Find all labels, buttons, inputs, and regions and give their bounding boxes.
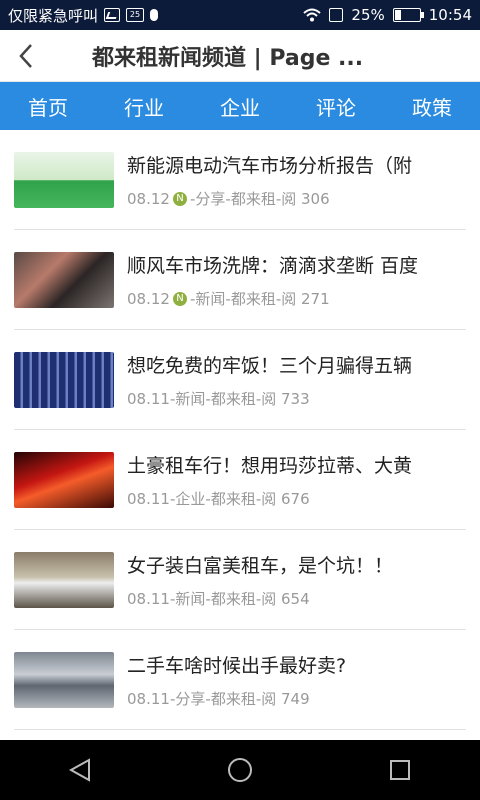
article-title: 想吃免费的牢饭！三个月骗得五辆 [127, 355, 413, 377]
article-thumbnail [14, 152, 114, 208]
list-item[interactable]: 想吃免费的牢饭！三个月骗得五辆 08.11 - 新闻 - 都来租 - 阅 733 [0, 330, 480, 430]
article-list: 新能源电动汽车市场分析报告（附 08.12 N - 分享 - 都来租 - 阅 3… [0, 130, 480, 740]
clock: 10:54 [428, 6, 472, 24]
tab-commentary[interactable]: 评论 [288, 92, 384, 121]
article-title: 顺风车市场洗牌：滴滴求垄断 百度 [127, 255, 419, 277]
back-triangle-icon [68, 758, 90, 782]
data-sim-icon [329, 8, 344, 22]
article-source: 都来租 [210, 690, 256, 708]
carrier-text: 仅限紧急呼叫 [8, 6, 99, 25]
article-meta: 08.12 N - 分享 - 都来租 - 阅 306 [127, 188, 480, 209]
chevron-left-icon [19, 43, 32, 68]
article-category: 分享 [175, 690, 206, 708]
category-tabs: 首页 行业 企业 评论 政策 [0, 82, 480, 130]
article-views: 阅 749 [261, 690, 310, 708]
article-meta: 08.11 - 新闻 - 都来租 - 阅 654 [127, 588, 480, 609]
back-button[interactable] [0, 30, 52, 82]
article-title: 土豪租车行！想用玛莎拉蒂、大黄 [127, 455, 413, 477]
list-item[interactable]: 女子装白富美租车，是个坑！！ 08.11 - 新闻 - 都来租 - 阅 654 [0, 530, 480, 630]
nav-recents-button[interactable] [370, 740, 430, 800]
list-item[interactable]: 土豪租车行！想用玛莎拉蒂、大黄 08.11 - 企业 - 都来租 - 阅 676 [0, 430, 480, 530]
article-category: 企业 [175, 490, 206, 508]
article-views: 阅 306 [281, 190, 330, 208]
article-meta: 08.12 N - 新闻 - 都来租 - 阅 271 [127, 288, 480, 309]
screenshot-icon [104, 8, 121, 22]
app-header: 都来租新闻频道 | Page ... [0, 30, 480, 82]
wifi-icon [303, 8, 322, 22]
article-title: 女子装白富美租车，是个坑！！ [127, 555, 394, 577]
article-source: 都来租 [210, 590, 256, 608]
tab-home[interactable]: 首页 [0, 92, 96, 121]
battery-percent: 25% [351, 6, 385, 24]
article-meta: 08.11 - 分享 - 都来租 - 阅 749 [127, 688, 480, 709]
nav-home-button[interactable] [210, 740, 270, 800]
microphone-icon [150, 9, 159, 21]
article-source: 都来租 [230, 290, 276, 308]
article-category: 新闻 [175, 590, 206, 608]
new-badge-icon: N [172, 191, 187, 206]
status-bar: 仅限紧急呼叫 25 25% 10:54 [0, 0, 480, 30]
article-meta: 08.11 - 企业 - 都来租 - 阅 676 [127, 488, 480, 509]
article-title: 新能源电动汽车市场分析报告（附 [127, 155, 413, 177]
battery-level-fill [394, 10, 402, 20]
article-views: 阅 654 [261, 590, 310, 608]
article-date: 08.11 [127, 589, 170, 608]
tab-policy[interactable]: 政策 [384, 92, 480, 121]
article-thumbnail [14, 552, 114, 608]
article-date: 08.11 [127, 689, 170, 708]
article-category: 新闻 [175, 390, 206, 408]
article-views: 阅 676 [261, 490, 310, 508]
article-date: 08.12 [127, 289, 170, 308]
article-source: 都来租 [230, 190, 276, 208]
tab-industry[interactable]: 行业 [96, 92, 192, 121]
article-source: 都来租 [210, 390, 256, 408]
notification-badge-icon: 25 [126, 8, 145, 22]
tab-enterprise[interactable]: 企业 [192, 92, 288, 121]
article-source: 都来租 [210, 490, 256, 508]
nav-back-button[interactable] [50, 740, 110, 800]
article-date: 08.11 [127, 389, 170, 408]
article-views: 阅 733 [261, 390, 310, 408]
recents-square-icon [390, 760, 410, 780]
article-thumbnail [14, 652, 114, 708]
article-category: 新闻 [195, 290, 226, 308]
article-thumbnail [14, 352, 114, 408]
page-title: 都来租新闻频道 | Page ... [92, 45, 364, 71]
list-item[interactable]: 新能源电动汽车市场分析报告（附 08.12 N - 分享 - 都来租 - 阅 3… [0, 130, 480, 230]
article-date: 08.12 [127, 189, 170, 208]
article-views: 阅 271 [281, 290, 330, 308]
article-thumbnail [14, 252, 114, 308]
article-thumbnail [14, 452, 114, 508]
article-category: 分享 [195, 190, 226, 208]
home-circle-icon [228, 758, 252, 782]
battery-icon [392, 8, 424, 22]
system-nav-bar [0, 740, 480, 800]
new-badge-icon: N [172, 291, 187, 306]
article-title: 二手车啥时候出手最好卖? [127, 655, 347, 677]
article-meta: 08.11 - 新闻 - 都来租 - 阅 733 [127, 388, 480, 409]
list-item[interactable]: 顺风车市场洗牌：滴滴求垄断 百度 08.12 N - 新闻 - 都来租 - 阅 … [0, 230, 480, 330]
list-item[interactable]: 二手车啥时候出手最好卖? 08.11 - 分享 - 都来租 - 阅 749 [0, 630, 480, 730]
article-date: 08.11 [127, 489, 170, 508]
